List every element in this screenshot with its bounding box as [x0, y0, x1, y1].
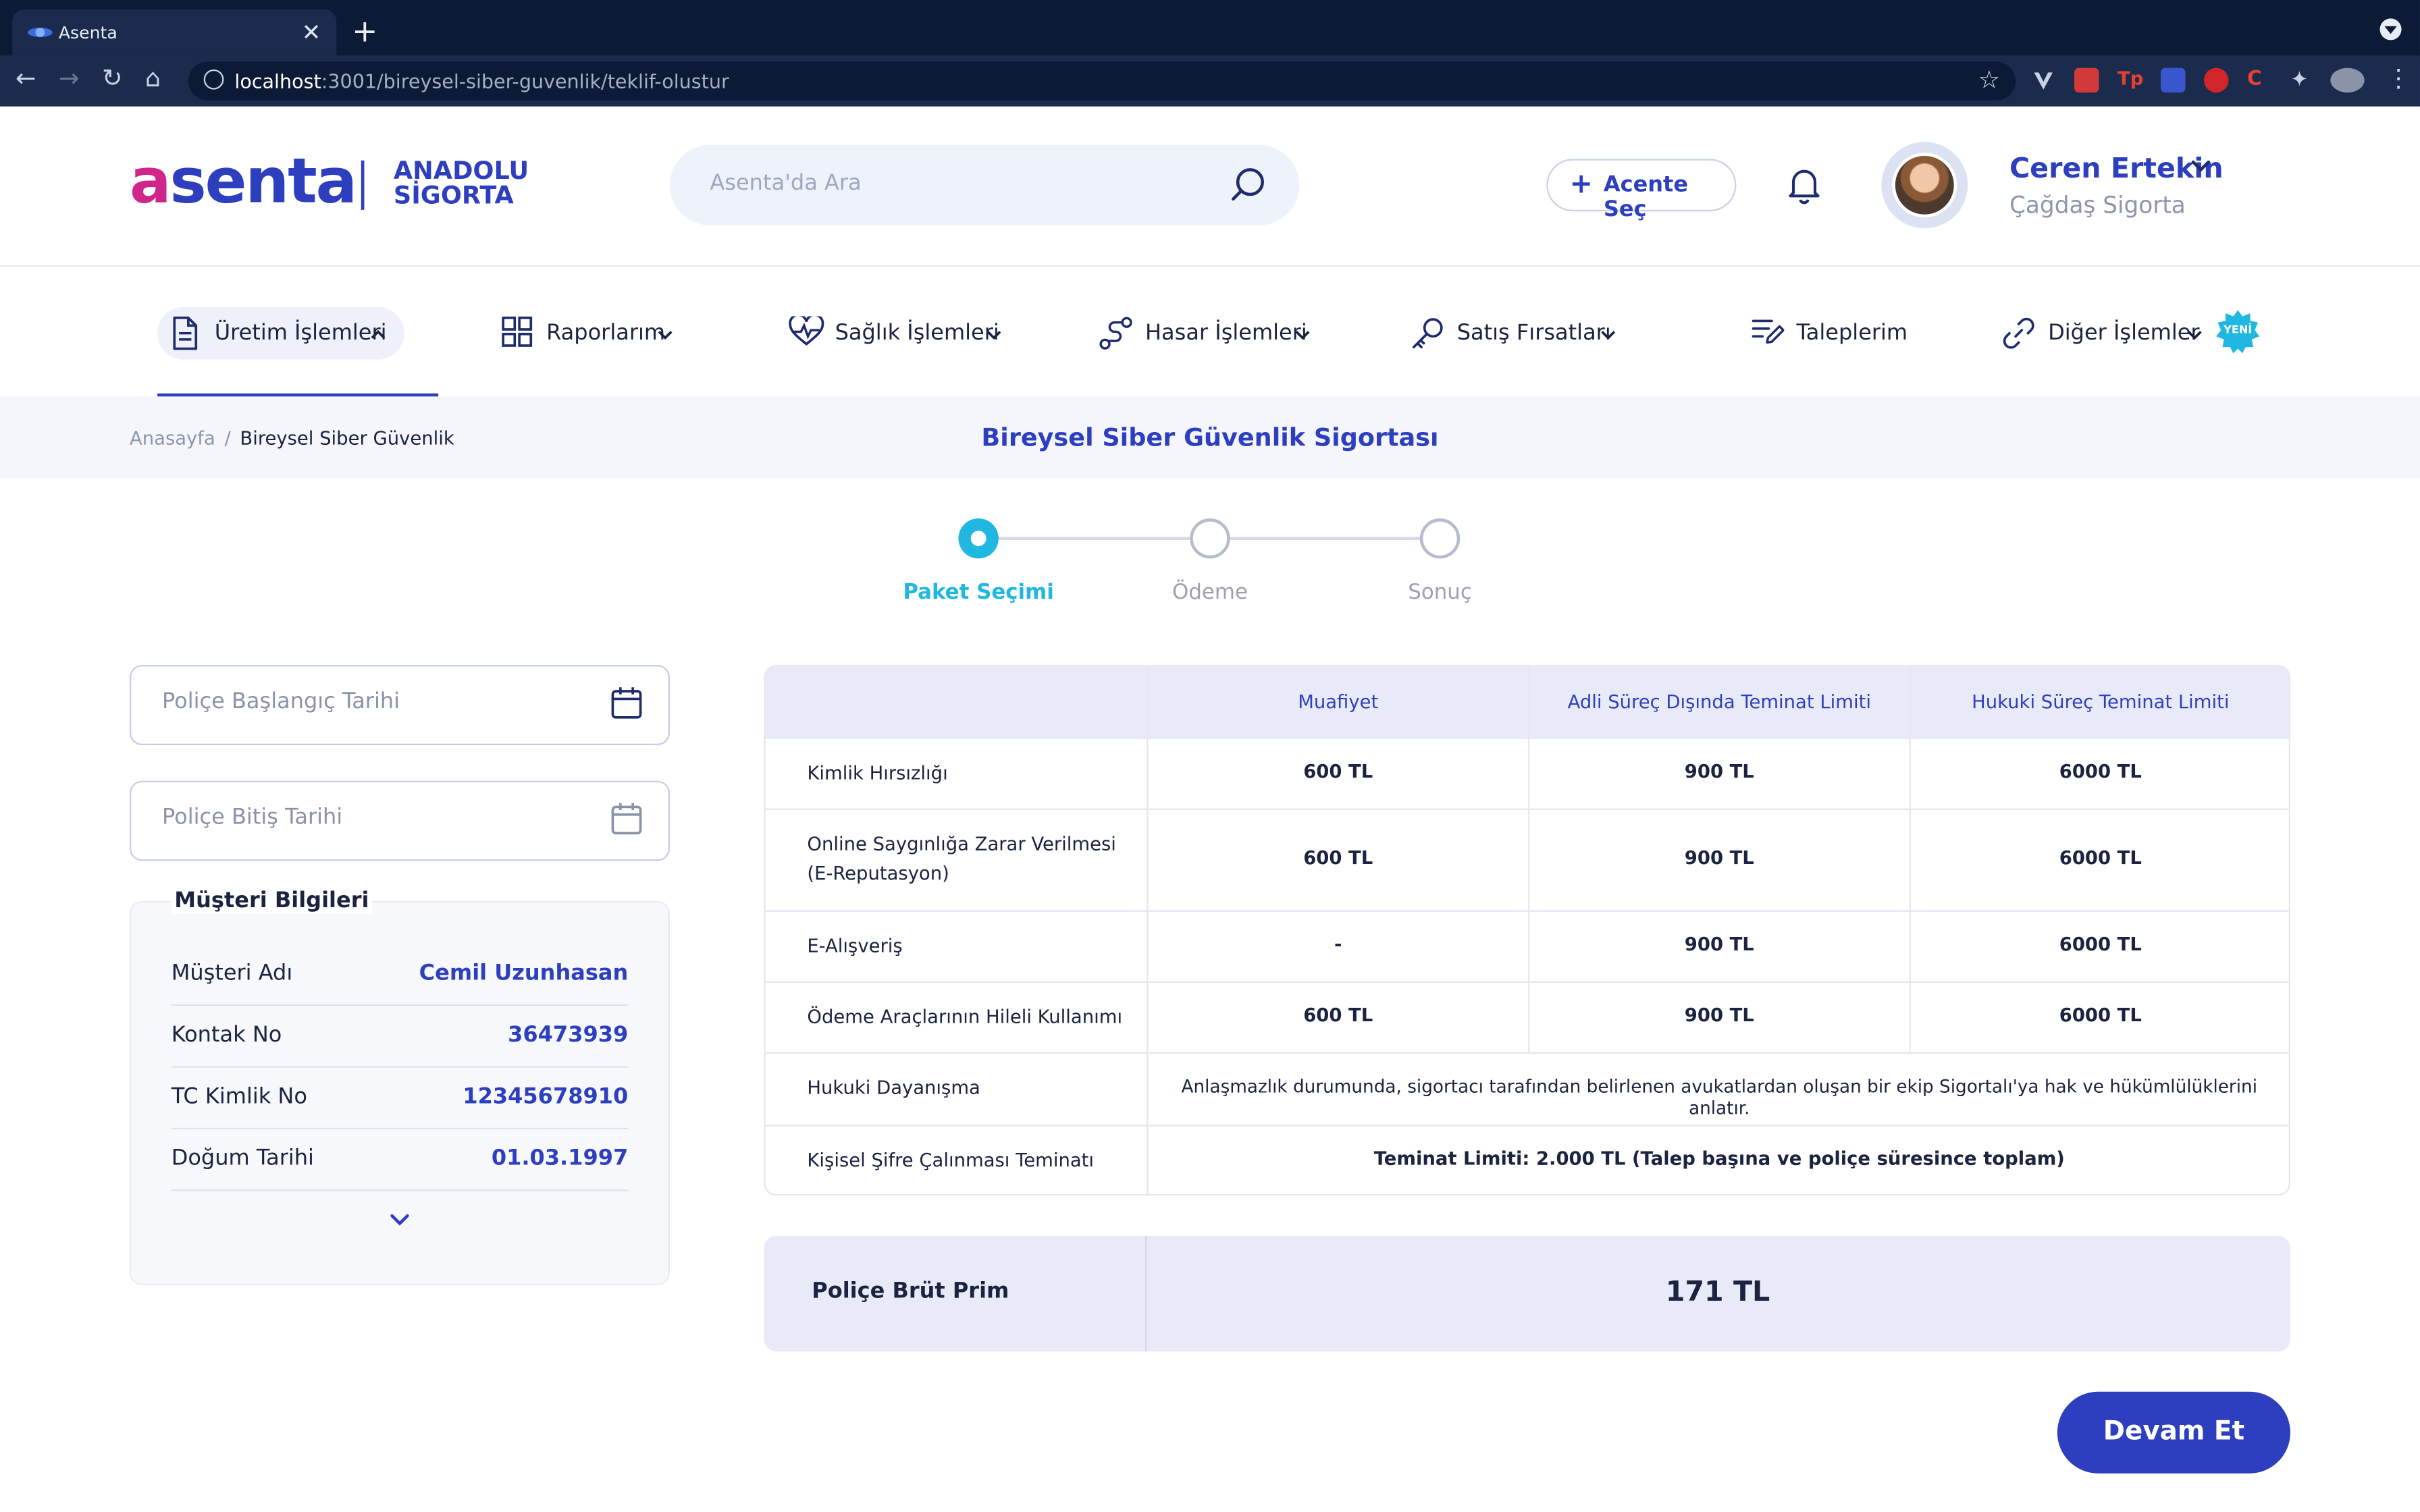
global-search[interactable]: Asenta'da Ara [669, 144, 1300, 225]
column-header-hukuki-surec: Hukuki Süreç Teminat Limiti [1972, 691, 2230, 713]
page: Asenta ✕ + ← → ↻ ⌂ localhost:3001/bireys… [0, 0, 2420, 1512]
asenta-logo[interactable]: asenta [130, 148, 357, 216]
extension-red-icon[interactable] [2074, 68, 2099, 93]
browser-tab[interactable]: Asenta ✕ [12, 9, 337, 59]
premium-summary: Poliçe Brüt Prim 171 TL [764, 1235, 2290, 1352]
reload-icon[interactable]: ↻ [102, 63, 123, 92]
stepper-connector [1228, 537, 1420, 540]
vivaldi-extension-icon[interactable] [2031, 68, 2056, 93]
customer-row: Doğum Tarihi 01.03.1997 [171, 1129, 629, 1191]
policy-start-date-field[interactable] [129, 665, 670, 745]
chevron-down-icon[interactable] [2188, 157, 2213, 176]
tab-search-icon[interactable] [2379, 18, 2402, 40]
search-input[interactable]: Asenta'da Ara [710, 171, 861, 196]
policy-end-date-field[interactable] [129, 780, 670, 861]
expand-chevron-down-icon[interactable] [388, 1211, 413, 1229]
user-avatar[interactable] [1881, 142, 1968, 229]
step-2-dot [1190, 518, 1230, 559]
key-icon [1412, 318, 1443, 349]
nav-item-hasar[interactable]: Hasar İşlemleri [1099, 307, 1322, 360]
nav-item-satis[interactable]: Satış Fırsatları [1411, 307, 1627, 360]
document-icon [173, 317, 198, 350]
url-text: localhost:3001/bireysel-siber-guvenlik/t… [234, 69, 729, 93]
customer-info-title: Müşteri Bilgileri [171, 888, 373, 914]
customer-row: TC Kimlik No 12345678910 [171, 1068, 629, 1130]
forward-icon[interactable]: → [59, 63, 80, 92]
coverage-table: Muafiyet Adli Süreç Dışında Teminat Limi… [764, 665, 2290, 1196]
asenta-favicon-icon [28, 28, 53, 37]
heart-pulse-icon [789, 316, 824, 346]
table-row: Ödeme Araçlarının Hileli Kullanımı 600 T… [765, 981, 2289, 1052]
nav-item-uretim[interactable]: Üretim İşlemleri [169, 307, 401, 360]
policy-start-date-input[interactable] [161, 689, 579, 715]
home-icon[interactable]: ⌂ [145, 63, 161, 92]
customer-info-card: Müşteri Bilgileri Müşteri Adı Cemil Uzun… [129, 888, 670, 1285]
step-2-label: Ödeme [1172, 580, 1248, 605]
new-tab-button[interactable]: + [352, 12, 377, 49]
extension-tp-icon[interactable]: Tp [2118, 68, 2143, 93]
column-header-muafiyet: Muafiyet [1298, 691, 1379, 713]
table-row: E-Alışveriş - 900 TL 6000 TL [765, 910, 2289, 981]
extension-shield-icon[interactable] [2203, 68, 2229, 93]
extension-c-icon[interactable]: C [2247, 68, 2272, 93]
breadcrumb-band: Anasayfa / Bireysel Siber Güvenlik Bireyse… [0, 396, 2420, 479]
table-row: Kişisel Şifre Çalınması Teminatı Teminat… [765, 1125, 2289, 1194]
grid-icon [502, 317, 533, 347]
table-row: Kimlik Hırsızlığı 600 TL 900 TL 6000 TL [765, 737, 2289, 809]
nav-item-diger[interactable]: Diğer İşlemler [2002, 307, 2211, 360]
customer-row: Müşteri Adı Cemil Uzunhasan [171, 944, 629, 1006]
calendar-icon[interactable] [610, 685, 643, 722]
policy-end-date-input[interactable] [161, 805, 579, 830]
bell-icon[interactable] [1783, 163, 1826, 207]
stepper-connector [997, 537, 1192, 540]
chevron-down-icon [1601, 331, 1616, 340]
plus-icon: + [1569, 168, 1594, 201]
star-icon[interactable]: ☆ [1978, 65, 2000, 94]
chevron-down-icon [658, 331, 673, 340]
search-icon[interactable] [1228, 165, 1268, 205]
route-icon [1099, 317, 1132, 350]
browser-tab-bar: Asenta ✕ + [0, 0, 2420, 62]
note-edit-icon [1752, 319, 1785, 344]
close-tab-icon[interactable]: ✕ [302, 18, 321, 46]
step-1-label: Paket Seçimi [903, 580, 1054, 605]
continue-button[interactable]: Devam Et [2057, 1391, 2290, 1474]
logo-divider [361, 160, 365, 210]
nav-item-saglik[interactable]: Sağlık İşlemleri [789, 307, 1012, 360]
customer-row: Kontak No 36473939 [171, 1006, 629, 1068]
address-bar-row: ← → ↻ ⌂ localhost:3001/bireysel-siber-gu… [0, 55, 2420, 107]
chevron-down-icon [987, 331, 1001, 340]
browser-tab-title: Asenta [58, 23, 117, 43]
step-1-dot [958, 518, 999, 559]
user-organization: Çağdaş Sigorta [2009, 191, 2186, 219]
avatar [1892, 153, 1957, 218]
extension-blue-icon[interactable] [2160, 68, 2186, 93]
table-row: Online Saygınlığa Zarar Verilmesi (E-Repu… [765, 808, 2289, 911]
calendar-icon[interactable] [610, 801, 643, 838]
nav-item-taleplerim[interactable]: Taleplerim [1750, 307, 1920, 360]
browser-menu-icon[interactable]: ⋮ [2386, 63, 2411, 92]
nav-item-raporlarim[interactable]: Raporlarım [502, 307, 687, 360]
extensions-puzzle-icon[interactable]: ✦ [2290, 68, 2315, 93]
premium-value: 171 TL [1665, 1276, 1770, 1309]
back-icon[interactable]: ← [16, 63, 36, 92]
new-badge: YENİ [2216, 310, 2260, 354]
site-info-icon[interactable] [203, 69, 224, 90]
step-3-label: Sonuç [1408, 580, 1472, 605]
link-icon [2003, 317, 2034, 349]
chevron-down-icon [2187, 331, 2202, 340]
column-header-adli-surec: Adli Süreç Dışında Teminat Limiti [1567, 691, 1871, 713]
premium-label: Poliçe Brüt Prim [812, 1278, 1009, 1304]
table-row: Hukuki Dayanışma Anlaşmazlık durumunda, … [765, 1052, 2289, 1125]
address-field[interactable]: localhost:3001/bireysel-siber-guvenlik/t… [188, 61, 2016, 101]
step-3-dot [1419, 518, 1461, 559]
profile-icon[interactable] [2330, 68, 2365, 93]
anadolu-sigorta-logo: ANADOLU SİGORTA [393, 155, 529, 210]
select-agency-button[interactable]: + Acente Seç [1546, 159, 1737, 222]
chevron-down-icon [1295, 331, 1310, 340]
page-title: Bireysel Siber Güvenlik Sigortası [981, 423, 1439, 452]
chevron-up-icon [371, 329, 386, 339]
